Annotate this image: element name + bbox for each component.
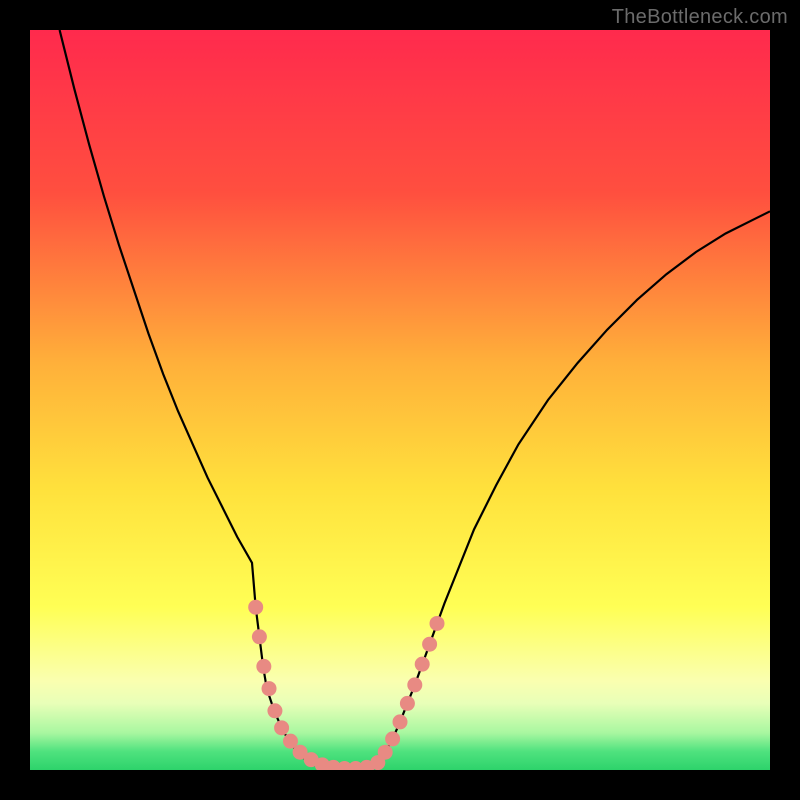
marker-dot [267,703,282,718]
marker-dot [385,731,400,746]
watermark-label: TheBottleneck.com [612,6,788,29]
stage: TheBottleneck.com [0,0,800,800]
marker-dot [393,714,408,729]
marker-dot [262,681,277,696]
marker-dot [415,657,430,672]
marker-dot [430,616,445,631]
marker-dot [274,720,289,735]
marker-dot [248,600,263,615]
marker-dot [400,696,415,711]
marker-dot [252,629,267,644]
marker-dot [422,637,437,652]
plot-area [30,30,770,770]
markers-layer [30,30,770,770]
marker-dot [378,745,393,760]
marker-dot [407,677,422,692]
marker-dot [256,659,271,674]
